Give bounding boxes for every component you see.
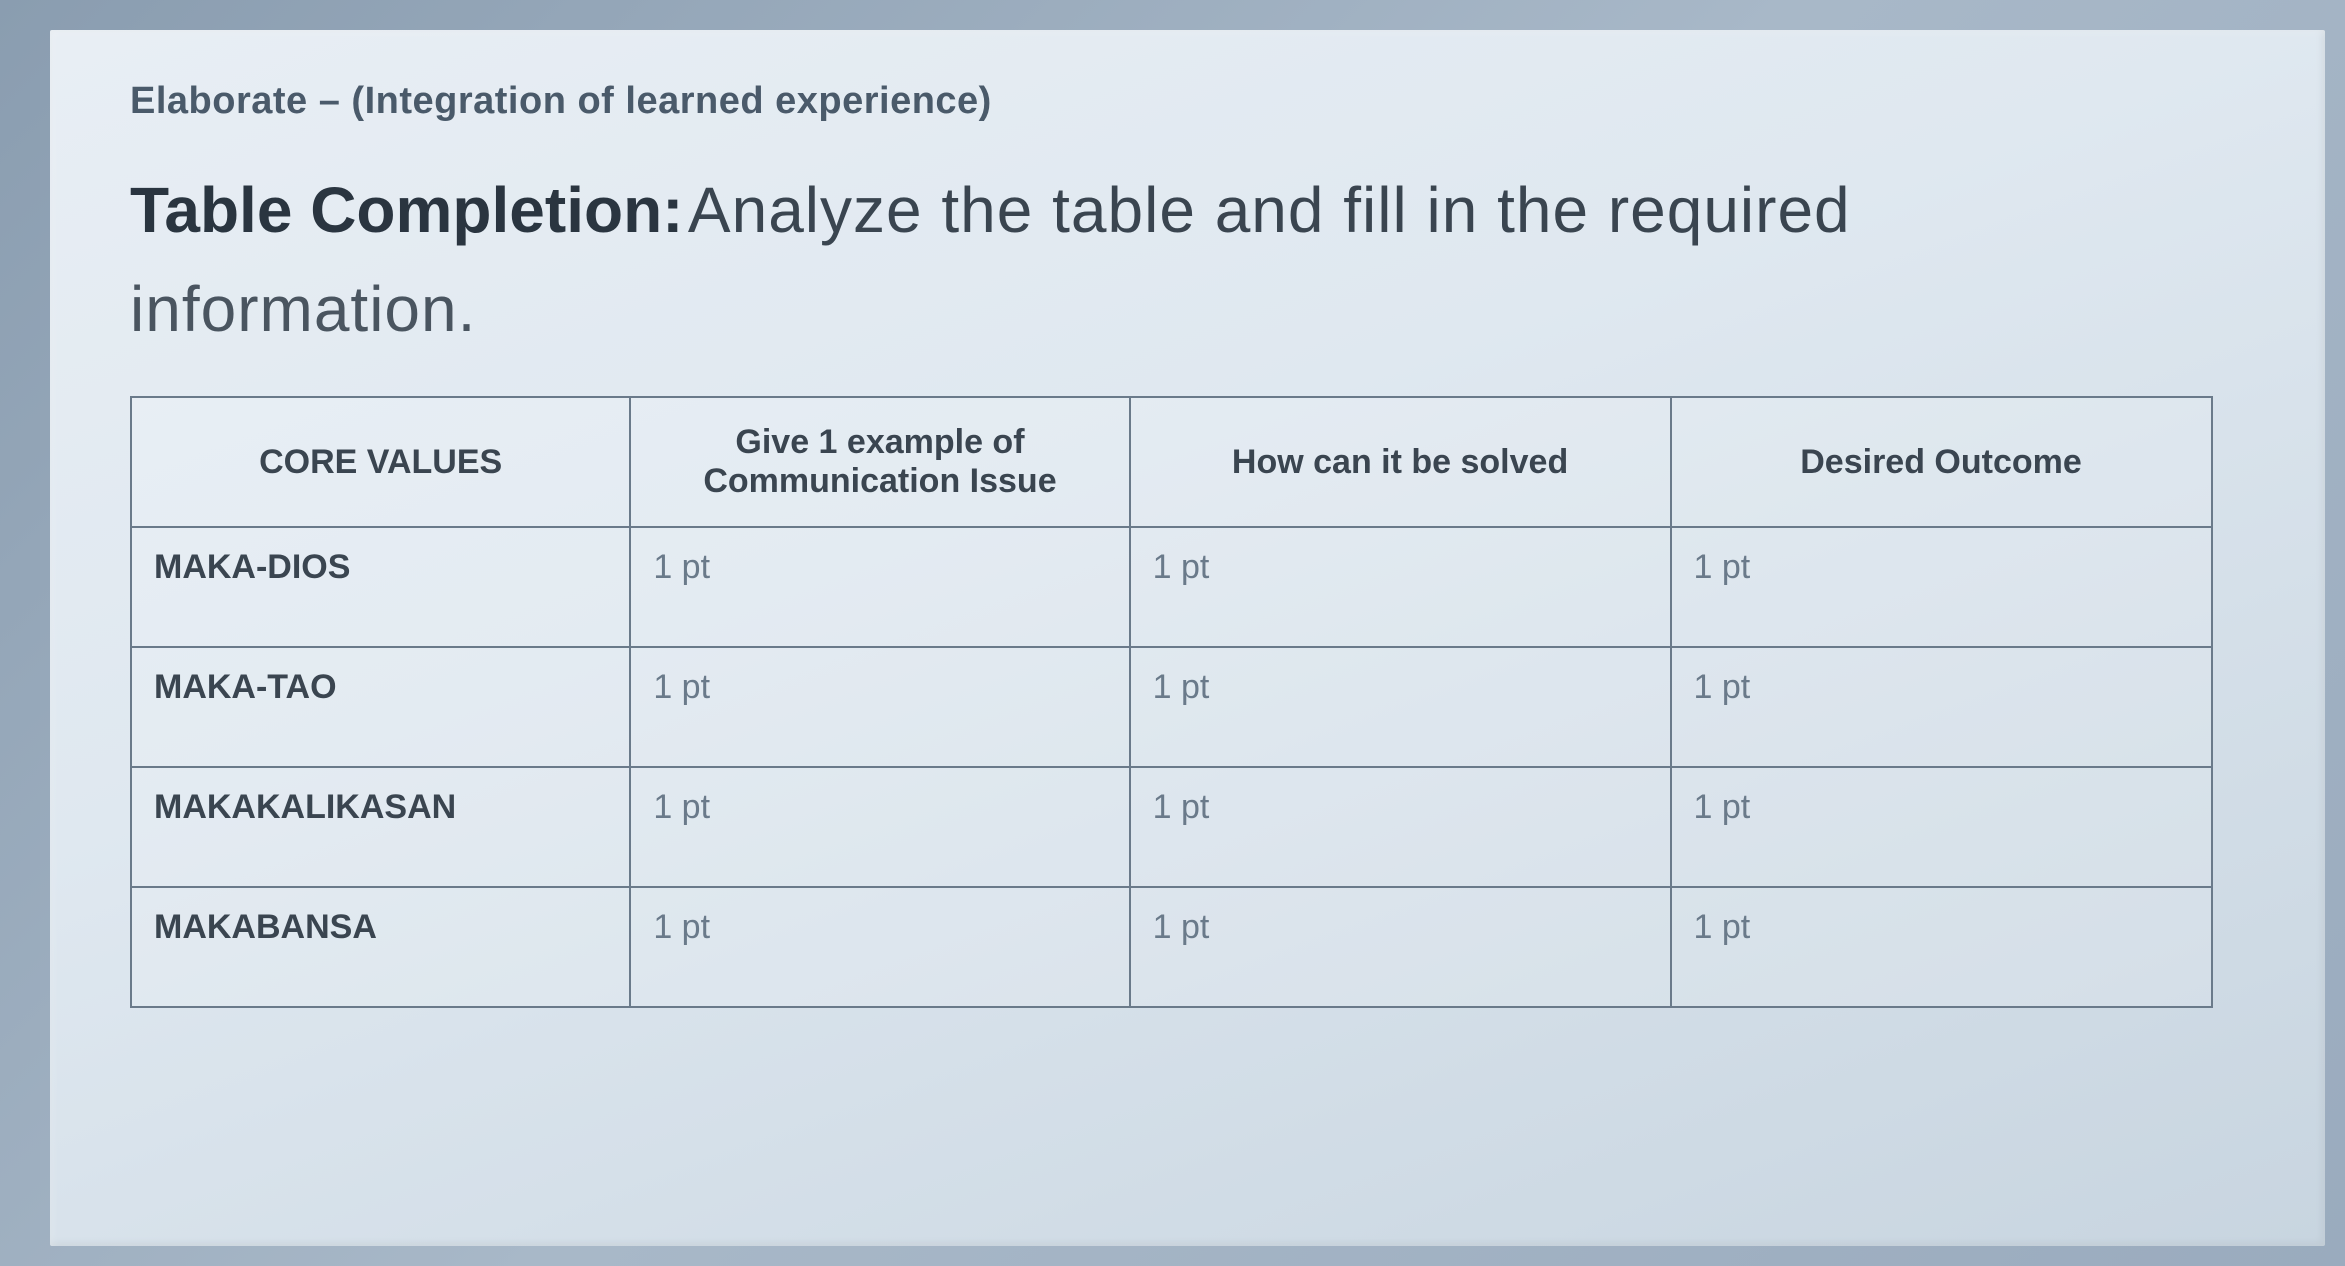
cell: 1 pt bbox=[1671, 527, 2212, 647]
title-bold: Table Completion: bbox=[130, 174, 683, 246]
cell: 1 pt bbox=[1130, 767, 1671, 887]
title-row: Table Completion: Analyze the table and … bbox=[130, 173, 2255, 247]
cell: 1 pt bbox=[1671, 887, 2212, 1007]
table-row: MAKAKALIKASAN 1 pt 1 pt 1 pt bbox=[131, 767, 2212, 887]
cell: 1 pt bbox=[1130, 527, 1671, 647]
table-row: MAKABANSA 1 pt 1 pt 1 pt bbox=[131, 887, 2212, 1007]
subtitle: information. bbox=[130, 272, 2255, 346]
header-example: Give 1 example of Communication Issue bbox=[630, 397, 1129, 527]
row-label: MAKABANSA bbox=[131, 887, 630, 1007]
table-header-row: CORE VALUES Give 1 example of Communicat… bbox=[131, 397, 2212, 527]
cell: 1 pt bbox=[1130, 887, 1671, 1007]
section-label: Elaborate – (Integration of learned expe… bbox=[130, 80, 2255, 123]
cell: 1 pt bbox=[630, 767, 1129, 887]
row-label: MAKA-DIOS bbox=[131, 527, 630, 647]
cell: 1 pt bbox=[630, 527, 1129, 647]
header-solved: How can it be solved bbox=[1130, 397, 1671, 527]
header-outcome: Desired Outcome bbox=[1671, 397, 2212, 527]
table-row: MAKA-TAO 1 pt 1 pt 1 pt bbox=[131, 647, 2212, 767]
slide-content: Elaborate – (Integration of learned expe… bbox=[50, 30, 2325, 1246]
cell: 1 pt bbox=[1671, 767, 2212, 887]
table-row: MAKA-DIOS 1 pt 1 pt 1 pt bbox=[131, 527, 2212, 647]
cell: 1 pt bbox=[630, 887, 1129, 1007]
row-label: MAKAKALIKASAN bbox=[131, 767, 630, 887]
core-values-table: CORE VALUES Give 1 example of Communicat… bbox=[130, 396, 2213, 1008]
cell: 1 pt bbox=[1130, 647, 1671, 767]
title-rest: Analyze the table and fill in the requir… bbox=[688, 174, 1851, 246]
cell: 1 pt bbox=[1671, 647, 2212, 767]
row-label: MAKA-TAO bbox=[131, 647, 630, 767]
cell: 1 pt bbox=[630, 647, 1129, 767]
header-core-values: CORE VALUES bbox=[131, 397, 630, 527]
